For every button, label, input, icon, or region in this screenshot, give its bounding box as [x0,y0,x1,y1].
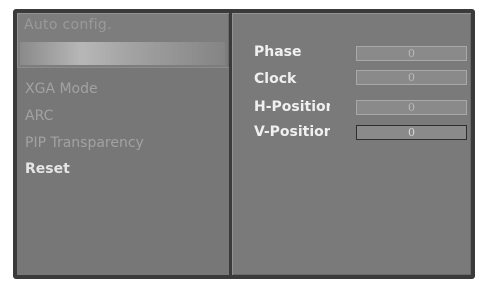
menu-item-pip-transparency[interactable]: PIP Transparency [25,135,144,151]
menu-item-reset[interactable]: Reset [25,161,70,177]
v-position-label: V-Position [254,124,330,140]
main-menu-panel: Auto config. XGA Mode ARC PIP Transparen… [17,13,229,275]
settings-panel: Phase 0 Clock 0 H-Position 0 V-Position … [232,13,471,275]
h-position-value-field[interactable]: 0 [356,100,467,115]
clock-value-field[interactable]: 0 [356,70,467,85]
clock-label: Clock [254,71,297,87]
submenu-list: XGA Mode ARC PIP Transparency Reset [17,67,229,275]
menu-highlight-bar [20,42,225,65]
v-position-value-field[interactable]: 0 [356,125,467,140]
phase-value-field[interactable]: 0 [356,46,467,61]
menu-item-auto-config[interactable]: Auto config. [24,17,112,33]
menu-item-arc[interactable]: ARC [25,108,53,124]
phase-label: Phase [254,44,302,60]
menu-item-xga-mode[interactable]: XGA Mode [25,81,98,97]
h-position-label: H-Position [254,99,330,115]
